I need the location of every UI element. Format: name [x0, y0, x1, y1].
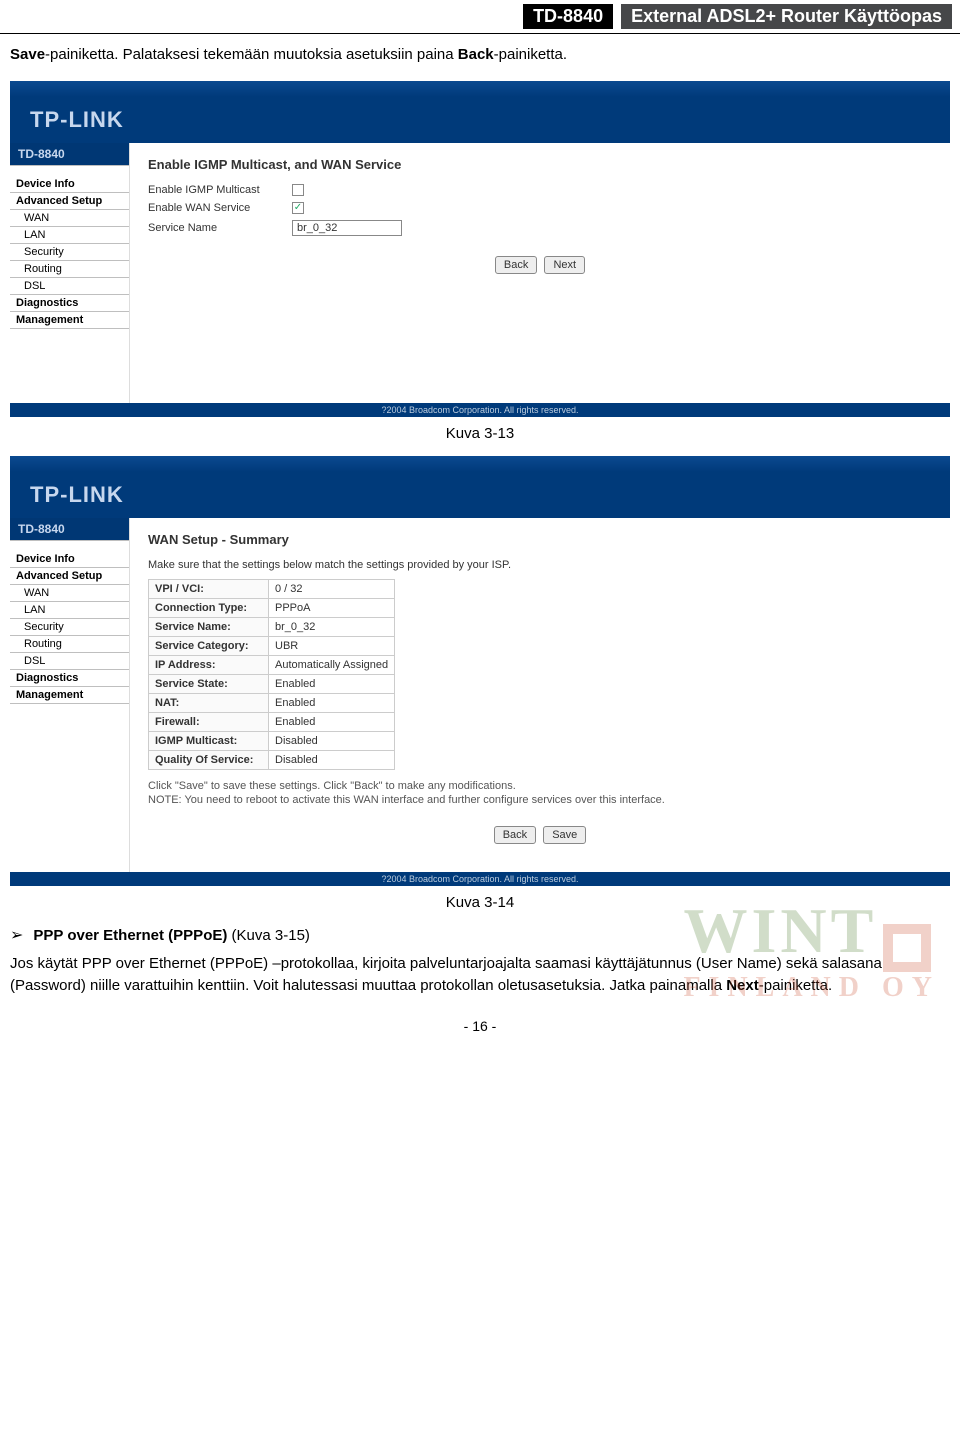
reboot-note: NOTE: You need to reboot to activate thi…	[148, 794, 932, 806]
nav-wan[interactable]: WAN	[10, 210, 129, 227]
nav-lan[interactable]: LAN	[10, 602, 129, 619]
nav-management[interactable]: Management	[10, 687, 129, 704]
nav-diagnostics[interactable]: Diagnostics	[10, 295, 129, 312]
copyright-footer: ?2004 Broadcom Corporation. All rights r…	[10, 403, 950, 417]
screenshot-2: TP-LINK TD-8840 Device Info Advanced Set…	[10, 456, 950, 886]
table-row: VPI / VCI:0 / 32	[149, 579, 395, 598]
arrow-icon: ➢	[10, 925, 23, 945]
doc-title: External ADSL2+ Router Käyttöopas	[621, 4, 952, 29]
nav-advanced-setup[interactable]: Advanced Setup	[10, 193, 129, 210]
table-row: IGMP Multicast:Disabled	[149, 731, 395, 750]
save-button[interactable]: Save	[543, 826, 586, 844]
igmp-label: Enable IGMP Multicast	[148, 184, 278, 196]
service-name-input[interactable]: br_0_32	[292, 220, 402, 236]
table-row: IP Address:Automatically Assigned	[149, 655, 395, 674]
table-row: Quality Of Service:Disabled	[149, 750, 395, 769]
wan-service-checkbox[interactable]: ✓	[292, 202, 304, 214]
nav-diagnostics[interactable]: Diagnostics	[10, 670, 129, 687]
sidebar: TD-8840 Device Info Advanced Setup WAN L…	[10, 143, 130, 403]
divider	[0, 33, 960, 34]
caption-2: Kuva 3-14	[0, 894, 960, 911]
summary-table: VPI / VCI:0 / 32 Connection Type:PPPoA S…	[148, 579, 395, 770]
table-row: Firewall:Enabled	[149, 712, 395, 731]
body-paragraph: Jos käytät PPP over Ethernet (PPPoE) –pr…	[0, 953, 960, 998]
nav-dsl[interactable]: DSL	[10, 278, 129, 295]
tplink-logo: TP-LINK	[30, 107, 124, 133]
nav-management[interactable]: Management	[10, 312, 129, 329]
back-button[interactable]: Back	[495, 256, 537, 274]
nav-security[interactable]: Security	[10, 619, 129, 636]
next-button[interactable]: Next	[544, 256, 585, 274]
doc-header: TD-8840 External ADSL2+ Router Käyttöopa…	[0, 0, 960, 31]
nav-wan[interactable]: WAN	[10, 585, 129, 602]
wan-service-label: Enable WAN Service	[148, 202, 278, 214]
section-title: Enable IGMP Multicast, and WAN Service	[148, 157, 932, 172]
device-model: TD-8840	[10, 518, 129, 541]
nav-security[interactable]: Security	[10, 244, 129, 261]
caption-1: Kuva 3-13	[0, 425, 960, 442]
summary-title: WAN Setup - Summary	[148, 532, 932, 547]
back-button[interactable]: Back	[494, 826, 536, 844]
intro-paragraph: Save-painiketta. Palataksesi tekemään mu…	[0, 44, 960, 67]
igmp-checkbox[interactable]	[292, 184, 304, 196]
service-name-label: Service Name	[148, 222, 278, 234]
tplink-logo: TP-LINK	[30, 482, 124, 508]
page-number: - 16 -	[0, 998, 960, 1044]
table-row: Connection Type:PPPoA	[149, 598, 395, 617]
nav-device-info[interactable]: Device Info	[10, 551, 129, 568]
table-row: Service State:Enabled	[149, 674, 395, 693]
screenshot-1: TP-LINK TD-8840 Device Info Advanced Set…	[10, 81, 950, 417]
bullet-heading: ➢ PPP over Ethernet (PPPoE) (Kuva 3-15)	[0, 925, 960, 945]
sidebar: TD-8840 Device Info Advanced Setup WAN L…	[10, 518, 130, 872]
table-row: Service Name:br_0_32	[149, 617, 395, 636]
summary-lead: Make sure that the settings below match …	[148, 559, 932, 571]
nav-lan[interactable]: LAN	[10, 227, 129, 244]
table-row: Service Category:UBR	[149, 636, 395, 655]
nav-advanced-setup[interactable]: Advanced Setup	[10, 568, 129, 585]
nav-routing[interactable]: Routing	[10, 261, 129, 278]
table-row: NAT:Enabled	[149, 693, 395, 712]
content-pane-2: WAN Setup - Summary Make sure that the s…	[130, 518, 950, 872]
copyright-footer: ?2004 Broadcom Corporation. All rights r…	[10, 872, 950, 886]
save-note: Click "Save" to save these settings. Cli…	[148, 780, 932, 792]
model-badge: TD-8840	[523, 4, 613, 29]
nav-routing[interactable]: Routing	[10, 636, 129, 653]
nav-device-info[interactable]: Device Info	[10, 176, 129, 193]
content-pane-1: Enable IGMP Multicast, and WAN Service E…	[130, 143, 950, 403]
device-model: TD-8840	[10, 143, 129, 166]
nav-dsl[interactable]: DSL	[10, 653, 129, 670]
